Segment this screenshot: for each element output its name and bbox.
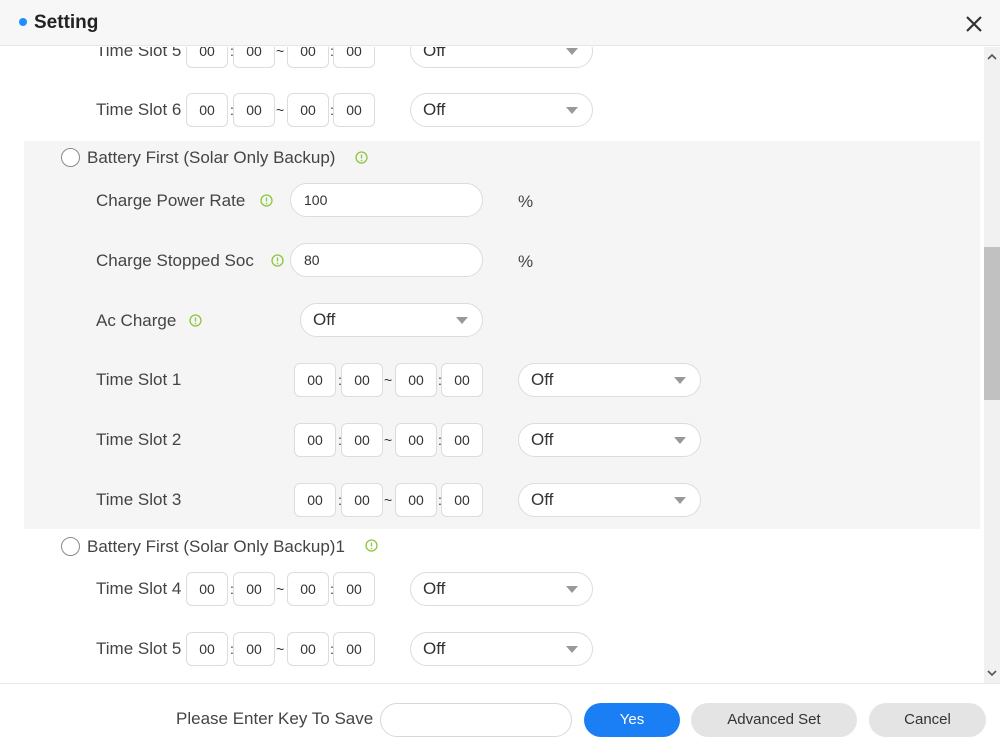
vertical-scrollbar[interactable]	[984, 47, 1000, 683]
end-minute-field[interactable]: 00	[441, 363, 483, 397]
cancel-button[interactable]: Cancel	[869, 703, 986, 737]
start-hour-field[interactable]: 00	[186, 632, 228, 666]
time-slot-label: Time Slot 4	[96, 579, 182, 598]
end-minute-field[interactable]: 00	[333, 632, 375, 666]
end-minute-field[interactable]: 00	[333, 47, 375, 68]
end-hour-field[interactable]: 00	[287, 632, 329, 666]
start-minute-field[interactable]: 00	[233, 47, 275, 68]
settings-scroll-area[interactable]: Time Slot 5 00 : 00 ~ 00 : 00 Off Time S…	[0, 47, 984, 683]
close-button[interactable]	[962, 12, 986, 36]
time-slot-state-select[interactable]: Off	[410, 93, 593, 127]
time-range-separator: ~	[276, 47, 285, 59]
select-value: Off	[423, 639, 446, 658]
time-range-separator: ~	[276, 102, 285, 118]
end-minute-field[interactable]: 00	[441, 483, 483, 517]
mode-label: Battery First (Solar Only Backup)1	[87, 537, 345, 556]
end-minute-field[interactable]: 00	[333, 93, 375, 127]
unit-label: %	[518, 252, 534, 271]
dialog-footer: Please Enter Key To Save Yes Advanced Se…	[0, 683, 1000, 754]
start-minute-field[interactable]: 00	[341, 423, 383, 457]
select-value: Off	[531, 490, 554, 509]
key-input[interactable]	[380, 703, 572, 737]
key-label: Please Enter Key To Save	[176, 709, 374, 728]
select-value: Off	[423, 100, 446, 119]
time-slot-label: Time Slot 5	[96, 639, 182, 658]
info-icon[interactable]	[271, 254, 284, 267]
chevron-down-icon	[566, 646, 578, 653]
time-slot-state-select[interactable]: Off	[518, 423, 701, 457]
chevron-down-icon	[674, 437, 686, 444]
chevron-up-icon[interactable]	[986, 51, 998, 63]
chevron-down-icon[interactable]	[986, 667, 998, 679]
end-hour-field[interactable]: 00	[287, 93, 329, 127]
setting-dialog: Setting Time Slot 5 00 : 00 ~ 00 : 00 Of…	[0, 0, 1000, 754]
info-icon[interactable]	[189, 314, 202, 327]
time-range-separator: ~	[384, 492, 393, 508]
charge-power-rate-input[interactable]: 100	[290, 183, 483, 217]
end-minute-field[interactable]: 00	[333, 572, 375, 606]
time-slot-label: Time Slot 5	[96, 47, 182, 60]
scrollbar-thumb[interactable]	[984, 247, 1000, 400]
end-hour-field[interactable]: 00	[395, 483, 437, 517]
charge-stopped-soc-input[interactable]: 80	[290, 243, 483, 277]
time-slot-label: Time Slot 6	[96, 100, 182, 119]
end-hour-field[interactable]: 00	[395, 423, 437, 457]
select-value: Off	[531, 370, 554, 389]
chevron-down-icon	[566, 586, 578, 593]
time-slot-state-select[interactable]: Off	[410, 572, 593, 606]
title-dot-icon	[19, 18, 27, 26]
end-hour-field[interactable]: 00	[287, 47, 329, 68]
time-range-separator: ~	[384, 432, 393, 448]
start-hour-field[interactable]: 00	[186, 47, 228, 68]
time-slot-label: Time Slot 3	[96, 490, 182, 509]
dialog-header: Setting	[0, 0, 1000, 46]
close-icon	[966, 16, 982, 32]
start-hour-field[interactable]: 00	[294, 363, 336, 397]
mode-label: Battery First (Solar Only Backup)	[87, 148, 336, 167]
mode-radio-battery-first[interactable]	[61, 148, 80, 167]
time-slot-state-select[interactable]: Off	[410, 632, 593, 666]
end-hour-field[interactable]: 00	[287, 572, 329, 606]
yes-button[interactable]: Yes	[584, 703, 680, 737]
info-icon[interactable]	[260, 194, 273, 207]
start-hour-field[interactable]: 00	[294, 483, 336, 517]
select-value: Off	[531, 430, 554, 449]
time-slot-state-select[interactable]: Off	[518, 363, 701, 397]
ac-charge-select[interactable]: Off	[300, 303, 483, 337]
end-minute-field[interactable]: 00	[441, 423, 483, 457]
start-minute-field[interactable]: 00	[341, 363, 383, 397]
time-slot-label: Time Slot 1	[96, 370, 182, 389]
time-slot-state-select[interactable]: Off	[518, 483, 701, 517]
select-value: Off	[313, 310, 336, 329]
time-range-separator: ~	[384, 372, 393, 388]
start-hour-field[interactable]: 00	[186, 572, 228, 606]
chevron-down-icon	[566, 107, 578, 114]
start-hour-field[interactable]: 00	[186, 93, 228, 127]
ac-charge-label: Ac Charge	[96, 311, 177, 330]
chevron-down-icon	[566, 48, 578, 55]
start-hour-field[interactable]: 00	[294, 423, 336, 457]
time-slot-label: Time Slot 2	[96, 430, 182, 449]
info-icon[interactable]	[365, 539, 378, 552]
select-value: Off	[423, 47, 446, 60]
chevron-down-icon	[674, 497, 686, 504]
time-range-separator: ~	[276, 641, 285, 657]
start-minute-field[interactable]: 00	[233, 572, 275, 606]
time-slot-state-select[interactable]: Off	[410, 47, 593, 68]
start-minute-field[interactable]: 00	[341, 483, 383, 517]
chevron-down-icon	[674, 377, 686, 384]
dialog-title: Setting	[34, 12, 99, 33]
charge-stopped-soc-label: Charge Stopped Soc	[96, 251, 254, 270]
select-value: Off	[423, 579, 446, 598]
start-minute-field[interactable]: 00	[233, 632, 275, 666]
info-icon[interactable]	[355, 151, 368, 164]
mode-radio-battery-first-1[interactable]	[61, 537, 80, 556]
chevron-down-icon	[456, 317, 468, 324]
time-range-separator: ~	[276, 581, 285, 597]
unit-label: %	[518, 192, 534, 211]
charge-power-rate-label: Charge Power Rate	[96, 191, 246, 210]
end-hour-field[interactable]: 00	[395, 363, 437, 397]
advanced-set-button[interactable]: Advanced Set	[691, 703, 857, 737]
start-minute-field[interactable]: 00	[233, 93, 275, 127]
